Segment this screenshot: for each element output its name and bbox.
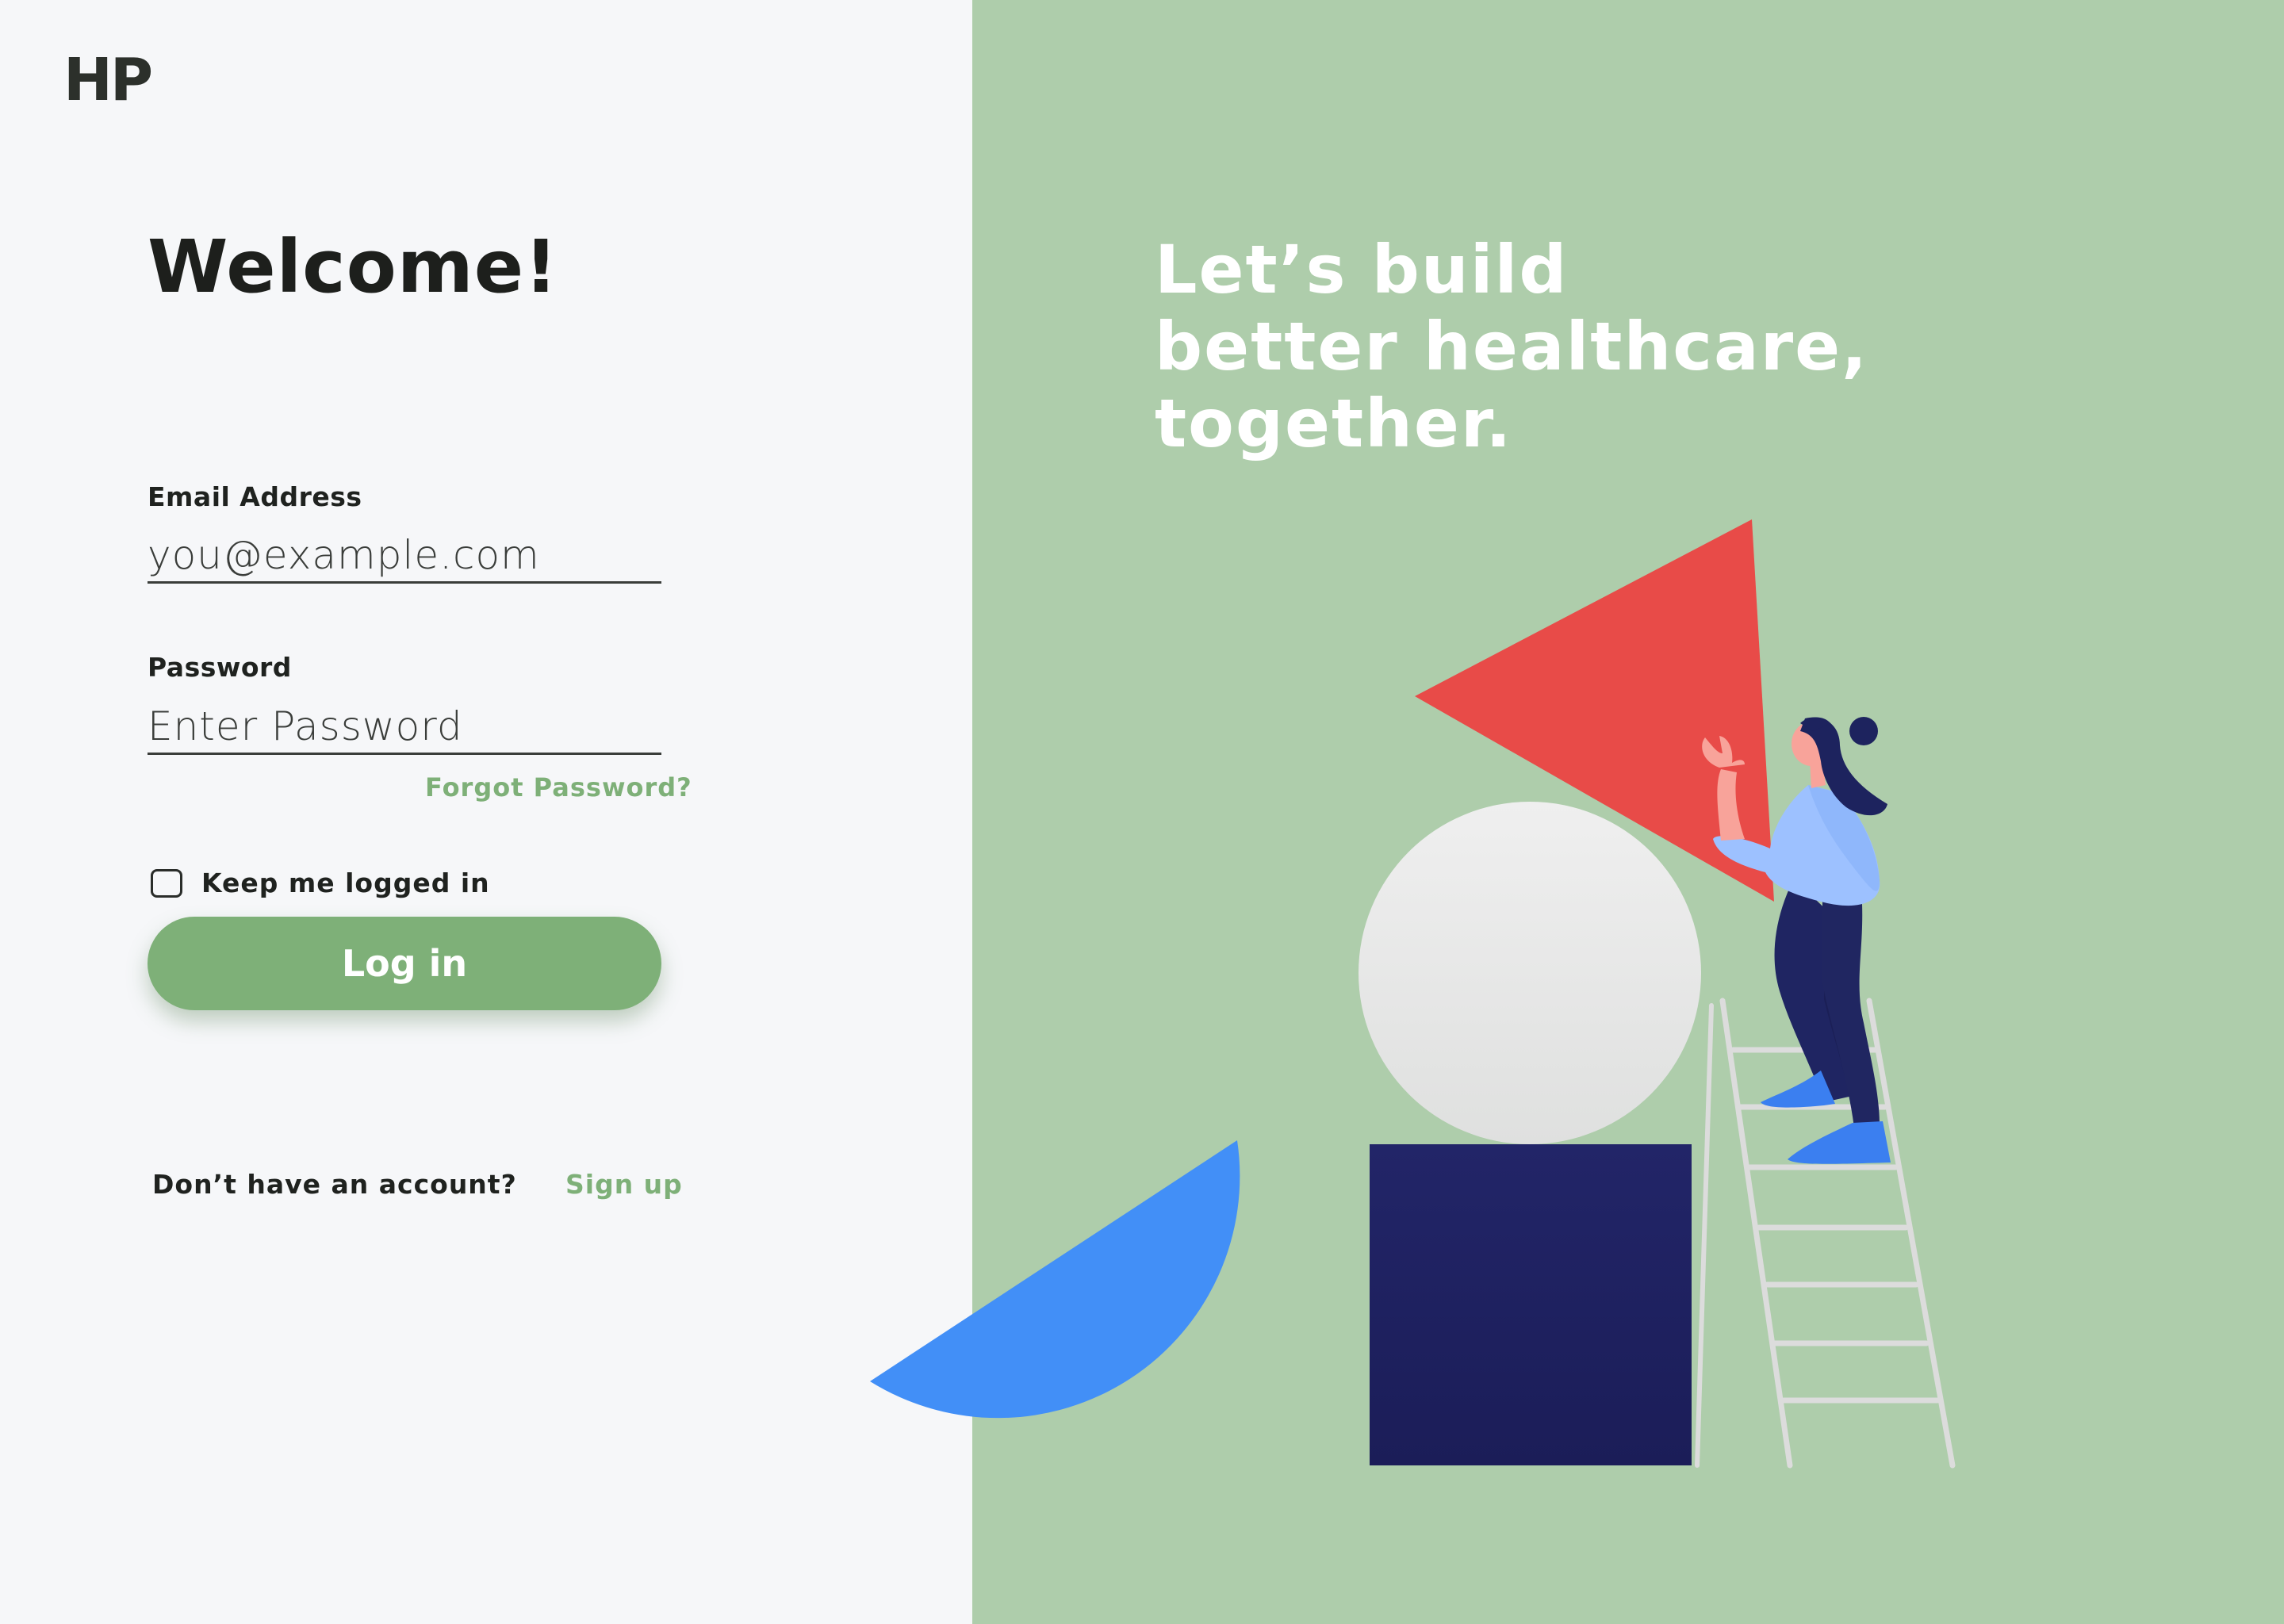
- no-account-text: Don’t have an account?: [152, 1169, 517, 1200]
- tagline-line: together.: [1155, 385, 1513, 462]
- remember-me-label[interactable]: Keep me logged in: [201, 868, 490, 898]
- login-page: HP Welcome! Email Address Password Forgo…: [0, 0, 2284, 1624]
- hero-tagline: Let’s build better healthcare, together.: [1155, 232, 1868, 462]
- checkbox-icon[interactable]: [151, 868, 182, 898]
- tagline-line: Let’s build: [1155, 231, 1569, 308]
- signup-link[interactable]: Sign up: [565, 1169, 683, 1200]
- tagline-line: better healthcare,: [1155, 308, 1869, 385]
- password-label: Password: [148, 652, 292, 683]
- remember-me-row[interactable]: Keep me logged in: [151, 868, 490, 898]
- email-label: Email Address: [148, 481, 362, 512]
- email-field[interactable]: [148, 528, 661, 584]
- password-field[interactable]: [148, 699, 661, 755]
- page-title: Welcome!: [148, 224, 559, 309]
- login-button[interactable]: Log in: [148, 917, 661, 1010]
- login-panel: HP Welcome! Email Address Password Forgo…: [0, 0, 972, 1624]
- forgot-password-link[interactable]: Forgot Password?: [425, 772, 692, 802]
- brand-logo: HP: [63, 46, 153, 114]
